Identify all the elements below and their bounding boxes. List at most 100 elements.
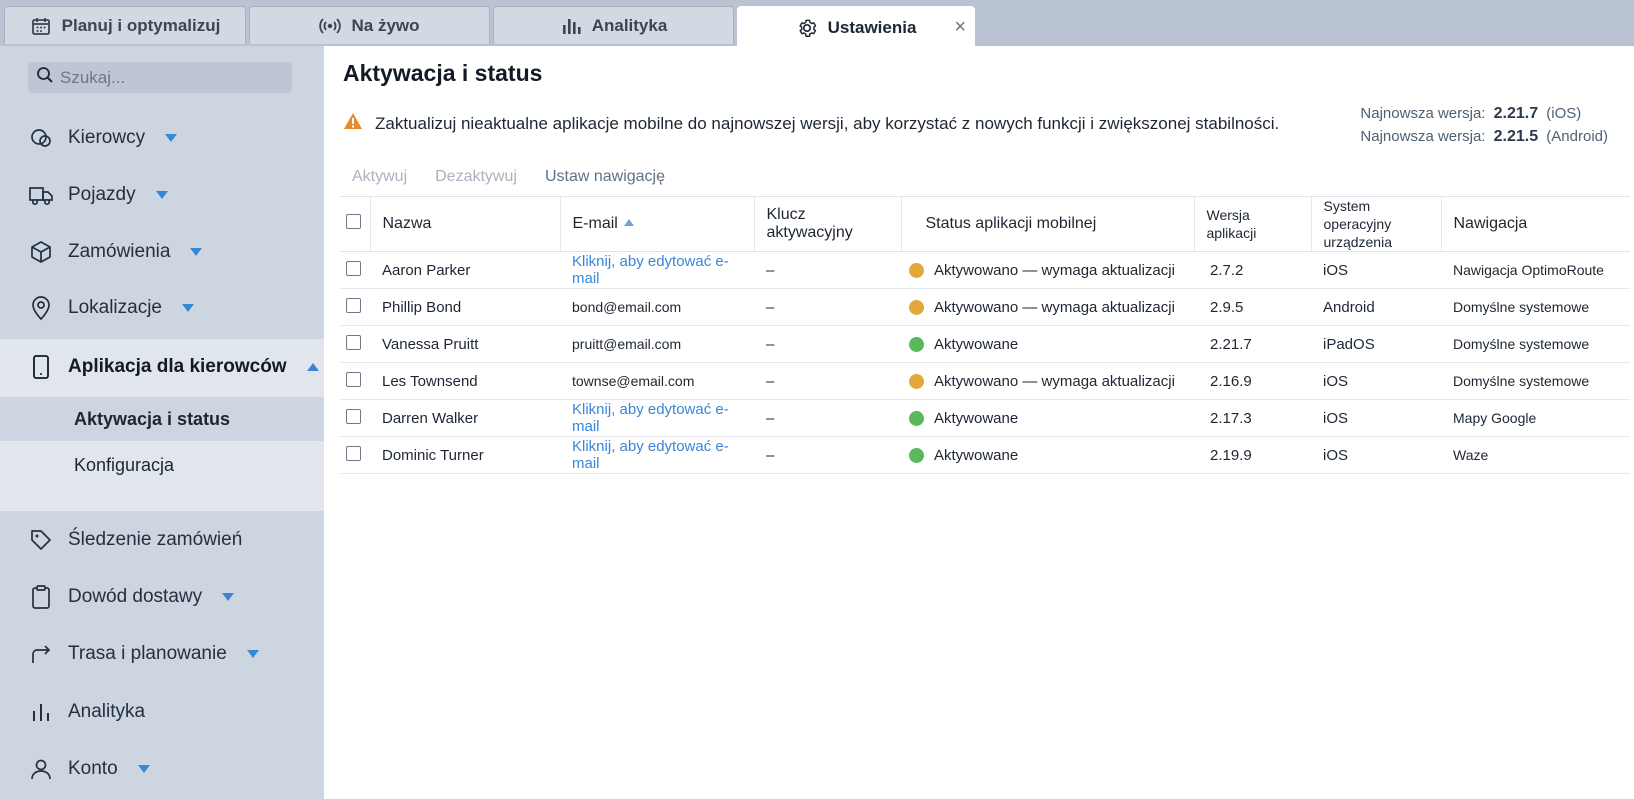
- sidebar-subitem-configuration[interactable]: Konfiguracja: [0, 443, 324, 487]
- row-checkbox[interactable]: [346, 445, 361, 461]
- sidebar-item-analytics[interactable]: Analityka: [0, 692, 324, 732]
- table-row[interactable]: Darren Walker Kliknij, aby edytować e-mai…: [340, 399, 1630, 437]
- tab-live[interactable]: Na żywo: [249, 6, 490, 44]
- driver-name: Les Townsend: [370, 362, 560, 400]
- navigation-app[interactable]: Domyślne systemowe: [1441, 362, 1630, 400]
- column-label: E-mail: [572, 215, 618, 232]
- sidebar-subitem-label: Konfiguracja: [74, 454, 175, 475]
- row-checkbox[interactable]: [346, 334, 361, 350]
- main-content: Aktywacja i status Zaktualizuj nieaktual…: [324, 46, 1634, 799]
- version-value: 2.21.7: [1493, 105, 1539, 122]
- table-header-row: Nazwa E-mail Klucz aktywacyjny Status ap…: [340, 196, 1630, 252]
- sidebar-item-proof-of-delivery[interactable]: Dowód dostawy: [0, 577, 324, 617]
- navigation-app[interactable]: Waze: [1441, 436, 1630, 474]
- sidebar-item-label: Pojazdy: [68, 184, 136, 205]
- box-icon: [28, 239, 54, 265]
- sidebar-item-orders[interactable]: Zamówienia: [0, 232, 324, 272]
- set-navigation-button[interactable]: Ustaw nawigację: [545, 168, 665, 186]
- navigation-app[interactable]: Mapy Google: [1441, 399, 1630, 437]
- table-body: Aaron Parker Kliknij, aby edytować e-mail…: [340, 251, 1630, 474]
- page-title: Aktywacja i status: [343, 60, 543, 86]
- column-header-app-status[interactable]: Status aplikacji mobilnej: [901, 196, 1195, 252]
- row-checkbox[interactable]: [346, 297, 361, 313]
- search-box[interactable]: [28, 62, 292, 93]
- sidebar-item-label: Zamówienia: [68, 241, 171, 262]
- sidebar-item-locations[interactable]: Lokalizacje: [0, 288, 324, 328]
- version-label: Najnowsza wersja:: [1360, 128, 1486, 145]
- activation-key: –: [754, 325, 901, 363]
- sidebar-subitem-activation-status[interactable]: Aktywacja i status: [0, 397, 324, 441]
- sidebar-item-label: Trasa i planowanie: [68, 643, 227, 664]
- edit-email-link[interactable]: Kliknij, aby edytować e-mail: [560, 399, 754, 437]
- select-all-checkbox[interactable]: [346, 214, 361, 229]
- column-header-navigation[interactable]: Nawigacja: [1441, 196, 1630, 252]
- table-row[interactable]: Aaron Parker Kliknij, aby edytować e-mail…: [340, 251, 1630, 289]
- tab-label: Na żywo: [351, 15, 420, 35]
- truck-icon: [28, 182, 54, 208]
- version-value: 2.21.5: [1493, 128, 1539, 145]
- gear-icon: [796, 17, 818, 39]
- row-select-cell: [340, 362, 370, 400]
- column-header-activation-key[interactable]: Klucz aktywacyjny: [754, 196, 902, 252]
- edit-email-link[interactable]: Kliknij, aby edytować e-mail: [560, 436, 754, 474]
- sidebar-item-route-planning[interactable]: Trasa i planowanie: [0, 634, 324, 674]
- sidebar-item-label: Lokalizacje: [68, 297, 162, 318]
- sidebar-item-account[interactable]: Konto: [0, 749, 324, 789]
- table-row[interactable]: Vanessa Pruitt pruitt@email.com – Aktywowan…: [340, 325, 1630, 363]
- column-header-email[interactable]: E-mail: [560, 196, 755, 252]
- navigation-app[interactable]: Nawigacja OptimoRoute: [1441, 251, 1630, 289]
- sidebar-item-label: Analityka: [68, 701, 146, 722]
- column-header-name[interactable]: Nazwa: [370, 196, 561, 252]
- deactivate-button[interactable]: Dezaktywuj: [435, 168, 517, 186]
- sidebar-item-drivers[interactable]: Kierowcy: [0, 118, 324, 158]
- column-label: Klucz aktywacyjny: [766, 206, 853, 241]
- app-status: Aktywowane: [901, 399, 1194, 437]
- tab-plan-optimize[interactable]: Planuj i optymalizuj: [4, 6, 246, 44]
- activate-button[interactable]: Aktywuj: [352, 168, 407, 186]
- sidebar: Kierowcy Pojazdy Zamówienia Lokalizacje …: [0, 46, 324, 799]
- navigation-app[interactable]: Domyślne systemowe: [1441, 325, 1630, 363]
- drivers-table: Nazwa E-mail Klucz aktywacyjny Status ap…: [340, 196, 1630, 474]
- sidebar-item-label: Konto: [68, 758, 118, 779]
- broadcast-icon: [319, 15, 342, 37]
- search-input[interactable]: [60, 67, 280, 88]
- sidebar-item-driver-app[interactable]: Aplikacja dla kierowców: [0, 347, 324, 387]
- bar-chart-icon: [560, 15, 582, 37]
- status-text: Aktywowane: [934, 409, 1019, 427]
- table-row[interactable]: Phillip Bond bond@email.com – Aktywowano — …: [340, 288, 1630, 326]
- tab-settings[interactable]: Ustawienia ×: [737, 6, 975, 48]
- email-value: townse@email.com: [560, 362, 754, 400]
- sidebar-item-vehicles[interactable]: Pojazdy: [0, 175, 324, 215]
- latest-version-android: Najnowsza wersja: 2.21.5 (Android): [1360, 125, 1608, 148]
- sidebar-subitem-label: Aktywacja i status: [74, 408, 231, 429]
- warning-text: Zaktualizuj nieaktualne aplikacje mobiln…: [375, 113, 1280, 133]
- close-tab-icon[interactable]: ×: [954, 16, 966, 39]
- chevron-down-icon: [155, 191, 168, 199]
- row-checkbox[interactable]: [346, 371, 361, 387]
- status-dot-icon: [909, 262, 924, 278]
- table-row[interactable]: Dominic Turner Kliknij, aby edytować e-ma…: [340, 436, 1630, 474]
- navigation-app[interactable]: Domyślne systemowe: [1441, 288, 1630, 326]
- device-os: iOS: [1311, 399, 1441, 437]
- table-row[interactable]: Les Townsend townse@email.com – Aktywowano …: [340, 362, 1630, 400]
- sidebar-item-order-tracking[interactable]: Śledzenie zamówień: [0, 520, 324, 560]
- chevron-down-icon: [222, 593, 235, 601]
- driver-name: Vanessa Pruitt: [370, 325, 560, 363]
- route-icon: [28, 641, 54, 667]
- sidebar-item-label: Kierowcy: [68, 127, 146, 148]
- sidebar-item-label: Dowód dostawy: [68, 586, 203, 607]
- driver-name: Aaron Parker: [370, 251, 560, 289]
- row-checkbox[interactable]: [346, 260, 361, 276]
- activation-key: –: [754, 362, 901, 400]
- column-header-device-os[interactable]: System operacyjny urządzenia: [1311, 196, 1442, 252]
- tab-analytics[interactable]: Analityka: [493, 6, 734, 44]
- activation-key: –: [754, 399, 901, 437]
- calendar-icon: [30, 15, 52, 37]
- status-dot-icon: [909, 410, 924, 426]
- chevron-up-icon: [306, 363, 319, 371]
- row-checkbox[interactable]: [346, 408, 361, 424]
- edit-email-link[interactable]: Kliknij, aby edytować e-mail: [560, 251, 754, 289]
- column-header-app-version[interactable]: Wersja aplikacji: [1194, 196, 1312, 252]
- status-dot-icon: [909, 373, 924, 389]
- app-version: 2.19.9: [1194, 436, 1311, 474]
